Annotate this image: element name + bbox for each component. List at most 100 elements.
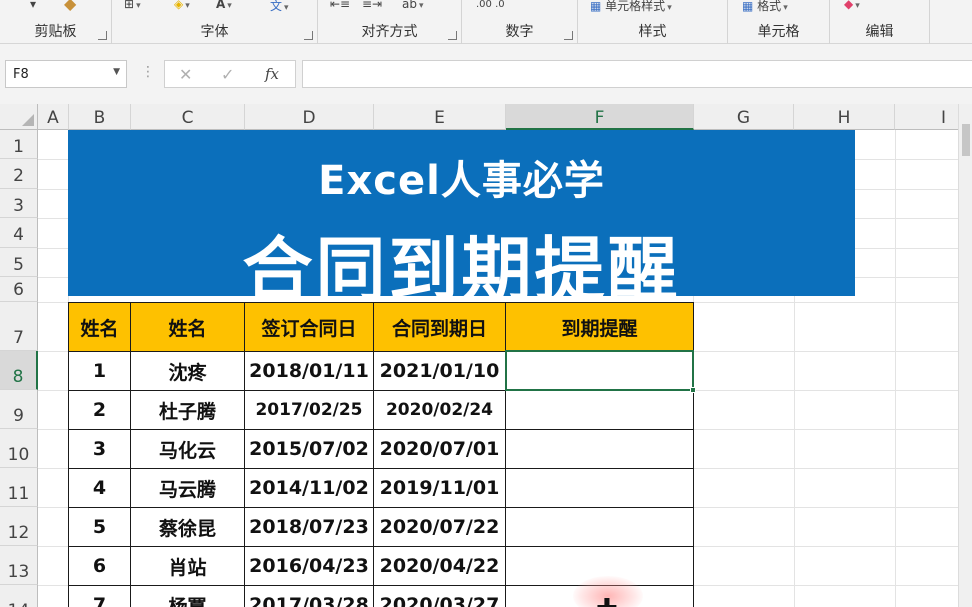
- cell-styles-label: 单元格样式: [605, 0, 666, 13]
- cell-no[interactable]: 4: [68, 468, 131, 508]
- header-cell-reminder[interactable]: 到期提醒: [505, 302, 694, 352]
- cell-reminder[interactable]: [505, 351, 694, 391]
- row-header-8[interactable]: 8: [0, 351, 38, 390]
- vertical-scrollbar[interactable]: [958, 104, 972, 607]
- decimal-places-icon[interactable]: .00 .0: [476, 0, 505, 10]
- cell-expire-date[interactable]: 2020/07/01: [373, 429, 506, 469]
- fill-color-icon[interactable]: ◈ ▾: [174, 0, 190, 11]
- font-color-icon[interactable]: A ▾: [216, 0, 232, 11]
- cell-sign-date[interactable]: 2017/02/25: [244, 390, 374, 430]
- cells-label: 单元格: [757, 24, 800, 40]
- alignment-group: ⇤≡ ≡⇥ ab ▾ 对齐方式: [318, 0, 462, 44]
- table-row: 4 马云腾 2014/11/02 2019/11/01: [68, 468, 694, 508]
- phonetic-icon[interactable]: 文 ▾: [270, 0, 289, 14]
- number-launcher-icon[interactable]: [564, 31, 573, 40]
- row-header-4[interactable]: 4: [0, 218, 38, 248]
- cell-expire-date[interactable]: 2020/04/22: [373, 546, 506, 586]
- column-header-f[interactable]: F: [506, 104, 694, 130]
- cell-expire-date[interactable]: 2020/02/24: [373, 390, 506, 430]
- clipboard-launcher-icon[interactable]: [98, 31, 107, 40]
- format-button[interactable]: ▦ 格式 ▾: [742, 0, 788, 14]
- formula-bar: F8 ▼ ⋮ ✕ ✓ fx: [0, 44, 972, 104]
- row-header-11[interactable]: 11: [0, 468, 38, 507]
- column-header-b[interactable]: B: [69, 104, 131, 130]
- cell-no[interactable]: 6: [68, 546, 131, 586]
- cell-reminder[interactable]: [505, 390, 694, 430]
- row-header-3[interactable]: 3: [0, 189, 38, 218]
- cell-reminder[interactable]: [505, 507, 694, 547]
- cell-sign-date[interactable]: 2015/07/02: [244, 429, 374, 469]
- gridline: [895, 130, 896, 607]
- cell-name[interactable]: 杜子腾: [130, 390, 245, 430]
- cell-no[interactable]: 7: [68, 585, 131, 607]
- editing-label: 编辑: [865, 24, 894, 40]
- format-icon: ▦: [742, 0, 754, 13]
- column-header-d[interactable]: D: [245, 104, 374, 130]
- cell-expire-date[interactable]: 2019/11/01: [373, 468, 506, 508]
- formula-bar-grip-icon[interactable]: ⋮: [141, 64, 155, 80]
- cell-expire-date[interactable]: 2021/01/10: [373, 351, 506, 391]
- header-cell-name[interactable]: 姓名: [130, 302, 245, 352]
- row-header-2[interactable]: 2: [0, 159, 38, 189]
- row-header-6[interactable]: 6: [0, 277, 38, 302]
- row-header-13[interactable]: 13: [0, 546, 38, 585]
- name-box[interactable]: F8 ▼: [5, 60, 127, 88]
- increase-indent-icon[interactable]: ≡⇥: [362, 0, 382, 11]
- cell-styles-icon: ▦: [590, 0, 602, 13]
- column-header-g[interactable]: G: [694, 104, 794, 130]
- row-header-7[interactable]: 7: [0, 302, 38, 351]
- row-header-12[interactable]: 12: [0, 507, 38, 546]
- cell-sign-date[interactable]: 2018/01/11: [244, 351, 374, 391]
- header-cell-sign-date[interactable]: 签订合同日: [244, 302, 374, 352]
- header-cell-no[interactable]: 姓名: [68, 302, 131, 352]
- formula-input[interactable]: [302, 60, 972, 88]
- font-launcher-icon[interactable]: [304, 31, 313, 40]
- row-header-9[interactable]: 9: [0, 390, 38, 429]
- cancel-icon[interactable]: ✕: [179, 65, 192, 84]
- cell-name[interactable]: 马云腾: [130, 468, 245, 508]
- cell-name[interactable]: 沈疼: [130, 351, 245, 391]
- cell-sign-date[interactable]: 2016/04/23: [244, 546, 374, 586]
- row-header-5[interactable]: 5: [0, 248, 38, 277]
- column-header-c[interactable]: C: [131, 104, 245, 130]
- row-header-1[interactable]: 1: [0, 130, 38, 159]
- row-header-14[interactable]: 14: [0, 585, 38, 607]
- scrollbar-thumb[interactable]: [962, 124, 970, 156]
- select-all-button[interactable]: [0, 104, 38, 130]
- cell-name[interactable]: 肖站: [130, 546, 245, 586]
- cell-sign-date[interactable]: 2017/03/28: [244, 585, 374, 607]
- banner-title: 合同到期提醒: [242, 229, 681, 311]
- header-cell-expire-date[interactable]: 合同到期日: [373, 302, 506, 352]
- name-box-dropdown-icon[interactable]: ▼: [113, 67, 120, 77]
- clear-icon[interactable]: ◆ ▾: [844, 0, 860, 11]
- paste-caret-icon[interactable]: ▾: [30, 0, 36, 11]
- cell-name[interactable]: 蔡徐昆: [130, 507, 245, 547]
- worksheet-grid[interactable]: A B C D E F G H I 1 2 3 4 5 6 7 8 9 10 1…: [0, 104, 972, 607]
- cell-expire-date[interactable]: 2020/03/27: [373, 585, 506, 607]
- column-header-e[interactable]: E: [374, 104, 506, 130]
- format-painter-icon[interactable]: ◆: [64, 0, 76, 13]
- cell-no[interactable]: 3: [68, 429, 131, 469]
- cell-no[interactable]: 2: [68, 390, 131, 430]
- cell-name[interactable]: 马化云: [130, 429, 245, 469]
- cell-styles-button[interactable]: ▦ 单元格样式 ▾: [590, 0, 672, 14]
- orientation-icon[interactable]: ab ▾: [402, 0, 424, 11]
- decrease-indent-icon[interactable]: ⇤≡: [330, 0, 350, 11]
- enter-icon[interactable]: ✓: [221, 65, 234, 84]
- alignment-launcher-icon[interactable]: [448, 31, 457, 40]
- cell-expire-date[interactable]: 2020/07/22: [373, 507, 506, 547]
- borders-icon[interactable]: ⊞ ▾: [124, 0, 141, 11]
- title-banner[interactable]: Excel人事必学 合同到期提醒: [68, 130, 855, 311]
- cell-reminder[interactable]: [505, 429, 694, 469]
- row-header-10[interactable]: 10: [0, 429, 38, 468]
- cell-no[interactable]: 1: [68, 351, 131, 391]
- editing-group: ◆ ▾ 编辑: [830, 0, 930, 44]
- cell-sign-date[interactable]: 2014/11/02: [244, 468, 374, 508]
- column-header-a[interactable]: A: [38, 104, 69, 130]
- cell-sign-date[interactable]: 2018/07/23: [244, 507, 374, 547]
- cell-reminder[interactable]: [505, 468, 694, 508]
- cell-no[interactable]: 5: [68, 507, 131, 547]
- column-header-h[interactable]: H: [794, 104, 895, 130]
- cell-name[interactable]: 杨冪: [130, 585, 245, 607]
- insert-function-icon[interactable]: fx: [265, 65, 279, 83]
